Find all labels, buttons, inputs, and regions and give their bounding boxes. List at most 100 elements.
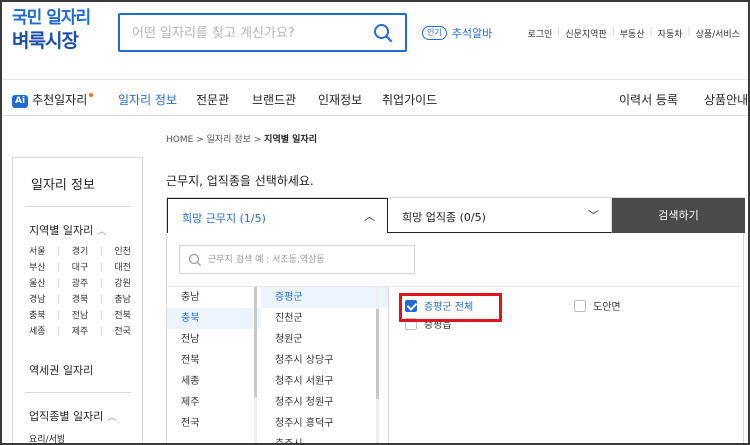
region-link[interactable]: 전남 xyxy=(72,308,89,324)
province-item-selected[interactable]: 충북 xyxy=(167,308,261,329)
district-item-selected[interactable]: 증평군 xyxy=(261,287,388,308)
region-row: 울산 | 광주 | 강원 xyxy=(29,276,131,292)
site-logo[interactable]: 국민 일자리 벼룩시장 xyxy=(12,8,91,52)
district-item[interactable]: 진천군 xyxy=(261,308,388,329)
province-item[interactable]: 세종 xyxy=(167,371,261,392)
district-item[interactable]: 청주시 서원구 xyxy=(261,371,388,392)
divider: | xyxy=(99,295,103,305)
nav-item-job-guide[interactable]: 취업가이드 xyxy=(382,91,437,108)
province-item[interactable]: 전북 xyxy=(167,350,261,371)
search-button[interactable]: 검색하기 xyxy=(612,198,745,233)
region-link[interactable]: 울산 xyxy=(29,276,46,292)
option-doan-myeon[interactable]: 도안면 xyxy=(574,298,621,313)
sidebar-section-label: 업직종별 일자리 xyxy=(29,410,104,423)
nav-item-resume-register[interactable]: 이력서 등록 xyxy=(619,91,678,108)
tab-region-label: 희망 근무지 (1/5) xyxy=(182,212,266,225)
region-link[interactable]: 경기 xyxy=(72,244,89,260)
car-link[interactable]: 자동차 xyxy=(658,27,683,40)
divider xyxy=(25,392,131,393)
region-link[interactable]: 충남 xyxy=(114,292,131,308)
selector-prompt: 근무지, 업직종을 선택하세요. xyxy=(166,174,314,188)
newspaper-region-link[interactable]: 신문지역판 xyxy=(565,27,606,40)
sidebar: 일자리 정보 지역별 일자리 ︿ 서울 | 경기 | 인천 부산 | 대구 | 대전 울산… xyxy=(12,157,143,443)
region-link[interactable]: 강원 xyxy=(114,276,131,292)
popular-keyword-text[interactable]: 추석알바 xyxy=(452,25,492,41)
region-row: 부산 | 대구 | 대전 xyxy=(29,260,131,276)
nav-item-talent[interactable]: 인재정보 xyxy=(318,91,362,108)
divider: | xyxy=(57,279,61,289)
nav-item-job-info[interactable]: 일자리 정보 xyxy=(118,91,177,108)
divider: | xyxy=(57,295,61,305)
main-search-box xyxy=(118,13,407,52)
scrollbar-thumb[interactable] xyxy=(376,309,379,399)
divider: | xyxy=(57,311,61,321)
divider: | xyxy=(99,327,103,337)
district-scrollbar[interactable] xyxy=(376,287,379,443)
province-item[interactable]: 제주 xyxy=(167,392,261,413)
search-icon[interactable] xyxy=(373,23,393,43)
job-type-link[interactable]: 요리/서빙 xyxy=(29,432,65,443)
ai-icon: Ai xyxy=(12,95,29,108)
region-link[interactable]: 충북 xyxy=(29,308,46,324)
province-scrollbar[interactable] xyxy=(254,287,257,443)
nav-item-recommended[interactable]: Ai 추천일자리 xyxy=(12,91,94,108)
breadcrumb-level1[interactable]: 일자리 정보 xyxy=(207,135,251,145)
region-grid: 서울 | 경기 | 인천 부산 | 대구 | 대전 울산 | 광주 | 강원 경남 | 경북 |… xyxy=(29,244,131,340)
breadcrumb-home[interactable]: HOME xyxy=(166,135,193,145)
region-link[interactable]: 대전 xyxy=(114,260,131,276)
logo-line2: 벼룩시장 xyxy=(12,30,79,52)
province-item[interactable]: 전남 xyxy=(167,329,261,350)
login-link[interactable]: 로그인 xyxy=(527,27,552,40)
region-link[interactable]: 대구 xyxy=(72,260,89,276)
divider: | xyxy=(99,279,103,289)
popular-keyword[interactable]: 인기 추석알바 xyxy=(422,25,492,41)
scrollbar-thumb[interactable] xyxy=(254,287,257,397)
tab-job-type[interactable]: 희망 업직종 (0/5) ﹀ xyxy=(388,198,612,233)
tab-region[interactable]: 희망 근무지 (1/5) ︿ xyxy=(167,198,388,233)
district-item[interactable]: 충주시 xyxy=(261,434,388,443)
divider: | xyxy=(99,263,103,273)
divider: | xyxy=(99,311,103,321)
divider: | xyxy=(687,27,691,37)
logo-line1: 국민 일자리 xyxy=(12,8,91,28)
region-link[interactable]: 세종 xyxy=(29,324,46,340)
chevron-up-icon[interactable]: ︿ xyxy=(107,410,116,423)
province-list: 충남 충북 전남 전북 세종 제주 전국 xyxy=(167,286,261,443)
sidebar-title: 일자리 정보 xyxy=(31,178,95,193)
region-link[interactable]: 경북 xyxy=(72,292,89,308)
district-item[interactable]: 청원군 xyxy=(261,329,388,350)
region-link[interactable]: 서울 xyxy=(29,244,46,260)
nav-item-specialty[interactable]: 전문관 xyxy=(196,91,229,108)
divider: | xyxy=(57,247,61,257)
real-estate-link[interactable]: 부동산 xyxy=(620,27,645,40)
district-item[interactable]: 청주시 상당구 xyxy=(261,350,388,371)
nav-item-brand[interactable]: 브랜드관 xyxy=(252,91,296,108)
region-link[interactable]: 광주 xyxy=(72,276,89,292)
region-link[interactable]: 부산 xyxy=(29,260,46,276)
sidebar-section-job-type[interactable]: 업직종별 일자리 ︿ xyxy=(29,408,116,424)
sidebar-section-region[interactable]: 지역별 일자리 ︿ xyxy=(29,222,106,238)
location-job-selector: 희망 근무지 (1/5) ︿ 희망 업직종 (0/5) ﹀ 검색하기 충남 충북… xyxy=(166,197,745,443)
breadcrumb-sep: > xyxy=(196,135,204,145)
chevron-up-icon[interactable]: ︿ xyxy=(97,224,106,237)
nav-item-products[interactable]: 상품안내 xyxy=(704,91,748,108)
province-item[interactable]: 충남 xyxy=(167,287,261,308)
region-link[interactable]: 경남 xyxy=(29,292,46,308)
chevron-down-icon: ﹀ xyxy=(588,209,599,222)
region-link[interactable]: 인천 xyxy=(114,244,131,260)
region-row: 충북 | 전남 | 전북 xyxy=(29,308,131,324)
province-item[interactable]: 전국 xyxy=(167,413,261,434)
region-link[interactable]: 전국 xyxy=(114,324,131,340)
products-services-link[interactable]: 상품/서비스 xyxy=(696,27,740,40)
divider: | xyxy=(57,327,61,337)
chevron-up-icon: ︿ xyxy=(364,210,375,223)
district-item[interactable]: 청주시 청원구 xyxy=(261,392,388,413)
sidebar-section-station[interactable]: 역세권 일자리 xyxy=(29,362,93,378)
region-search-input[interactable] xyxy=(208,252,408,268)
region-link[interactable]: 제주 xyxy=(72,324,89,340)
top-links: 로그인 | 신문지역판 | 부동산 | 자동차 | 상품/서비스 xyxy=(527,27,740,40)
main-search-input[interactable] xyxy=(132,23,372,43)
checkbox[interactable] xyxy=(574,299,586,312)
region-link[interactable]: 전북 xyxy=(114,308,131,324)
district-item[interactable]: 청주시 흥덕구 xyxy=(261,413,388,434)
